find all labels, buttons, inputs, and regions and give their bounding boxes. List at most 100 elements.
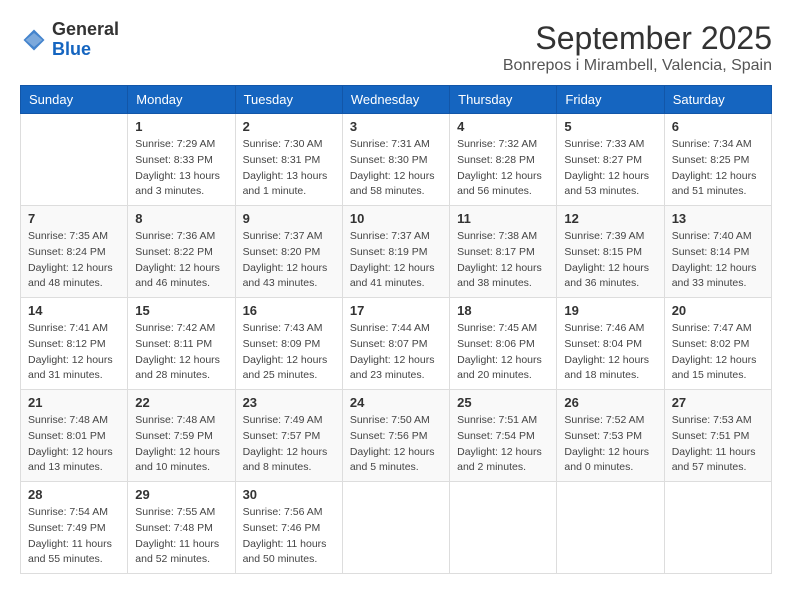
calendar-cell	[557, 482, 664, 574]
page-header: General Blue September 2025 Bonrepos i M…	[20, 20, 772, 75]
calendar-cell: 19Sunrise: 7:46 AMSunset: 8:04 PMDayligh…	[557, 298, 664, 390]
calendar-cell: 23 Sunrise: 7:49 AMSunset: 7:57 PMDayligh…	[235, 390, 342, 482]
day-number: 15	[135, 303, 227, 318]
day-number: 21	[28, 395, 120, 410]
calendar-cell: 9 Sunrise: 7:37 AMSunset: 8:20 PMDaylight…	[235, 206, 342, 298]
day-number: 2	[243, 119, 335, 134]
day-number: 16	[243, 303, 335, 318]
day-info: Sunrise: 7:38 AMSunset: 8:17 PMDaylight:…	[457, 229, 549, 292]
day-number: 17	[350, 303, 442, 318]
day-info: Sunrise: 7:37 AMSunset: 8:20 PMDaylight:…	[243, 229, 335, 292]
logo-text: General Blue	[52, 20, 119, 60]
day-number: 12	[564, 211, 656, 226]
day-number: 28	[28, 487, 120, 502]
calendar-cell: 28 Sunrise: 7:54 AMSunset: 7:49 PMDayligh…	[21, 482, 128, 574]
calendar-cell: 11 Sunrise: 7:38 AMSunset: 8:17 PMDayligh…	[450, 206, 557, 298]
calendar-cell: 4Sunrise: 7:32 AMSunset: 8:28 PMDaylight…	[450, 114, 557, 206]
day-info: Sunrise: 7:50 AMSunset: 7:56 PMDaylight:…	[350, 413, 442, 476]
day-number: 29	[135, 487, 227, 502]
day-info: Sunrise: 7:36 AMSunset: 8:22 PMDaylight:…	[135, 229, 227, 292]
day-info: Sunrise: 7:53 AMSunset: 7:51 PMDaylight:…	[672, 413, 764, 476]
day-number: 8	[135, 211, 227, 226]
day-info: Sunrise: 7:37 AMSunset: 8:19 PMDaylight:…	[350, 229, 442, 292]
day-info: Sunrise: 7:49 AMSunset: 7:57 PMDaylight:…	[243, 413, 335, 476]
calendar-cell: 6 Sunrise: 7:34 AMSunset: 8:25 PMDaylight…	[664, 114, 771, 206]
calendar-cell: 18 Sunrise: 7:45 AMSunset: 8:06 PMDayligh…	[450, 298, 557, 390]
day-number: 11	[457, 211, 549, 226]
calendar-cell	[21, 114, 128, 206]
day-info: Sunrise: 7:42 AMSunset: 8:11 PMDaylight:…	[135, 321, 227, 384]
day-info: Sunrise: 7:51 AMSunset: 7:54 PMDaylight:…	[457, 413, 549, 476]
day-number: 9	[243, 211, 335, 226]
day-number: 5	[564, 119, 656, 134]
calendar-table: SundayMondayTuesdayWednesdayThursdayFrid…	[20, 85, 772, 574]
day-info: Sunrise: 7:44 AMSunset: 8:07 PMDaylight:…	[350, 321, 442, 384]
day-number: 1	[135, 119, 227, 134]
calendar-cell: 24 Sunrise: 7:50 AMSunset: 7:56 PMDayligh…	[342, 390, 449, 482]
day-info: Sunrise: 7:45 AMSunset: 8:06 PMDaylight:…	[457, 321, 549, 384]
day-info: Sunrise: 7:48 AMSunset: 7:59 PMDaylight:…	[135, 413, 227, 476]
calendar-cell	[664, 482, 771, 574]
day-header-wednesday: Wednesday	[342, 86, 449, 114]
day-info: Sunrise: 7:46 AMSunset: 8:04 PMDaylight:…	[564, 321, 656, 384]
day-number: 3	[350, 119, 442, 134]
day-number: 27	[672, 395, 764, 410]
calendar-header-row: SundayMondayTuesdayWednesdayThursdayFrid…	[21, 86, 772, 114]
day-info: Sunrise: 7:29 AMSunset: 8:33 PMDaylight:…	[135, 137, 227, 200]
day-info: Sunrise: 7:54 AMSunset: 7:49 PMDaylight:…	[28, 505, 120, 568]
day-number: 18	[457, 303, 549, 318]
calendar-week-row: 21 Sunrise: 7:48 AMSunset: 8:01 PMDayligh…	[21, 390, 772, 482]
day-header-thursday: Thursday	[450, 86, 557, 114]
day-info: Sunrise: 7:33 AMSunset: 8:27 PMDaylight:…	[564, 137, 656, 200]
calendar-cell: 20Sunrise: 7:47 AMSunset: 8:02 PMDayligh…	[664, 298, 771, 390]
day-info: Sunrise: 7:32 AMSunset: 8:28 PMDaylight:…	[457, 137, 549, 200]
calendar-week-row: 7Sunrise: 7:35 AMSunset: 8:24 PMDaylight…	[21, 206, 772, 298]
calendar-cell: 7Sunrise: 7:35 AMSunset: 8:24 PMDaylight…	[21, 206, 128, 298]
day-info: Sunrise: 7:31 AMSunset: 8:30 PMDaylight:…	[350, 137, 442, 200]
calendar-cell: 8 Sunrise: 7:36 AMSunset: 8:22 PMDaylight…	[128, 206, 235, 298]
day-info: Sunrise: 7:48 AMSunset: 8:01 PMDaylight:…	[28, 413, 120, 476]
calendar-week-row: 14Sunrise: 7:41 AMSunset: 8:12 PMDayligh…	[21, 298, 772, 390]
logo-blue: Blue	[52, 39, 91, 59]
day-header-monday: Monday	[128, 86, 235, 114]
day-info: Sunrise: 7:30 AMSunset: 8:31 PMDaylight:…	[243, 137, 335, 200]
day-number: 14	[28, 303, 120, 318]
calendar-cell: 26Sunrise: 7:52 AMSunset: 7:53 PMDayligh…	[557, 390, 664, 482]
day-info: Sunrise: 7:47 AMSunset: 8:02 PMDaylight:…	[672, 321, 764, 384]
month-title: September 2025	[503, 20, 772, 57]
day-header-saturday: Saturday	[664, 86, 771, 114]
calendar-cell: 2 Sunrise: 7:30 AMSunset: 8:31 PMDaylight…	[235, 114, 342, 206]
day-info: Sunrise: 7:55 AMSunset: 7:48 PMDaylight:…	[135, 505, 227, 568]
calendar-cell: 12 Sunrise: 7:39 AMSunset: 8:15 PMDayligh…	[557, 206, 664, 298]
calendar-week-row: 1 Sunrise: 7:29 AMSunset: 8:33 PMDaylight…	[21, 114, 772, 206]
day-number: 7	[28, 211, 120, 226]
calendar-cell	[450, 482, 557, 574]
day-info: Sunrise: 7:43 AMSunset: 8:09 PMDaylight:…	[243, 321, 335, 384]
day-info: Sunrise: 7:40 AMSunset: 8:14 PMDaylight:…	[672, 229, 764, 292]
calendar-cell: 25 Sunrise: 7:51 AMSunset: 7:54 PMDayligh…	[450, 390, 557, 482]
day-number: 13	[672, 211, 764, 226]
calendar-cell: 27 Sunrise: 7:53 AMSunset: 7:51 PMDayligh…	[664, 390, 771, 482]
day-number: 25	[457, 395, 549, 410]
calendar-cell: 30Sunrise: 7:56 AMSunset: 7:46 PMDayligh…	[235, 482, 342, 574]
calendar-cell: 14Sunrise: 7:41 AMSunset: 8:12 PMDayligh…	[21, 298, 128, 390]
day-info: Sunrise: 7:34 AMSunset: 8:25 PMDaylight:…	[672, 137, 764, 200]
logo-general: General	[52, 19, 119, 39]
day-number: 24	[350, 395, 442, 410]
day-number: 23	[243, 395, 335, 410]
day-header-friday: Friday	[557, 86, 664, 114]
logo-icon	[20, 26, 48, 54]
calendar-cell	[342, 482, 449, 574]
day-number: 6	[672, 119, 764, 134]
day-number: 10	[350, 211, 442, 226]
calendar-cell: 29 Sunrise: 7:55 AMSunset: 7:48 PMDayligh…	[128, 482, 235, 574]
calendar-cell: 1 Sunrise: 7:29 AMSunset: 8:33 PMDaylight…	[128, 114, 235, 206]
location: Bonrepos i Mirambell, Valencia, Spain	[503, 57, 772, 75]
calendar-cell: 17 Sunrise: 7:44 AMSunset: 8:07 PMDayligh…	[342, 298, 449, 390]
calendar-cell: 21 Sunrise: 7:48 AMSunset: 8:01 PMDayligh…	[21, 390, 128, 482]
day-header-tuesday: Tuesday	[235, 86, 342, 114]
day-number: 22	[135, 395, 227, 410]
day-info: Sunrise: 7:56 AMSunset: 7:46 PMDaylight:…	[243, 505, 335, 568]
day-info: Sunrise: 7:39 AMSunset: 8:15 PMDaylight:…	[564, 229, 656, 292]
day-header-sunday: Sunday	[21, 86, 128, 114]
